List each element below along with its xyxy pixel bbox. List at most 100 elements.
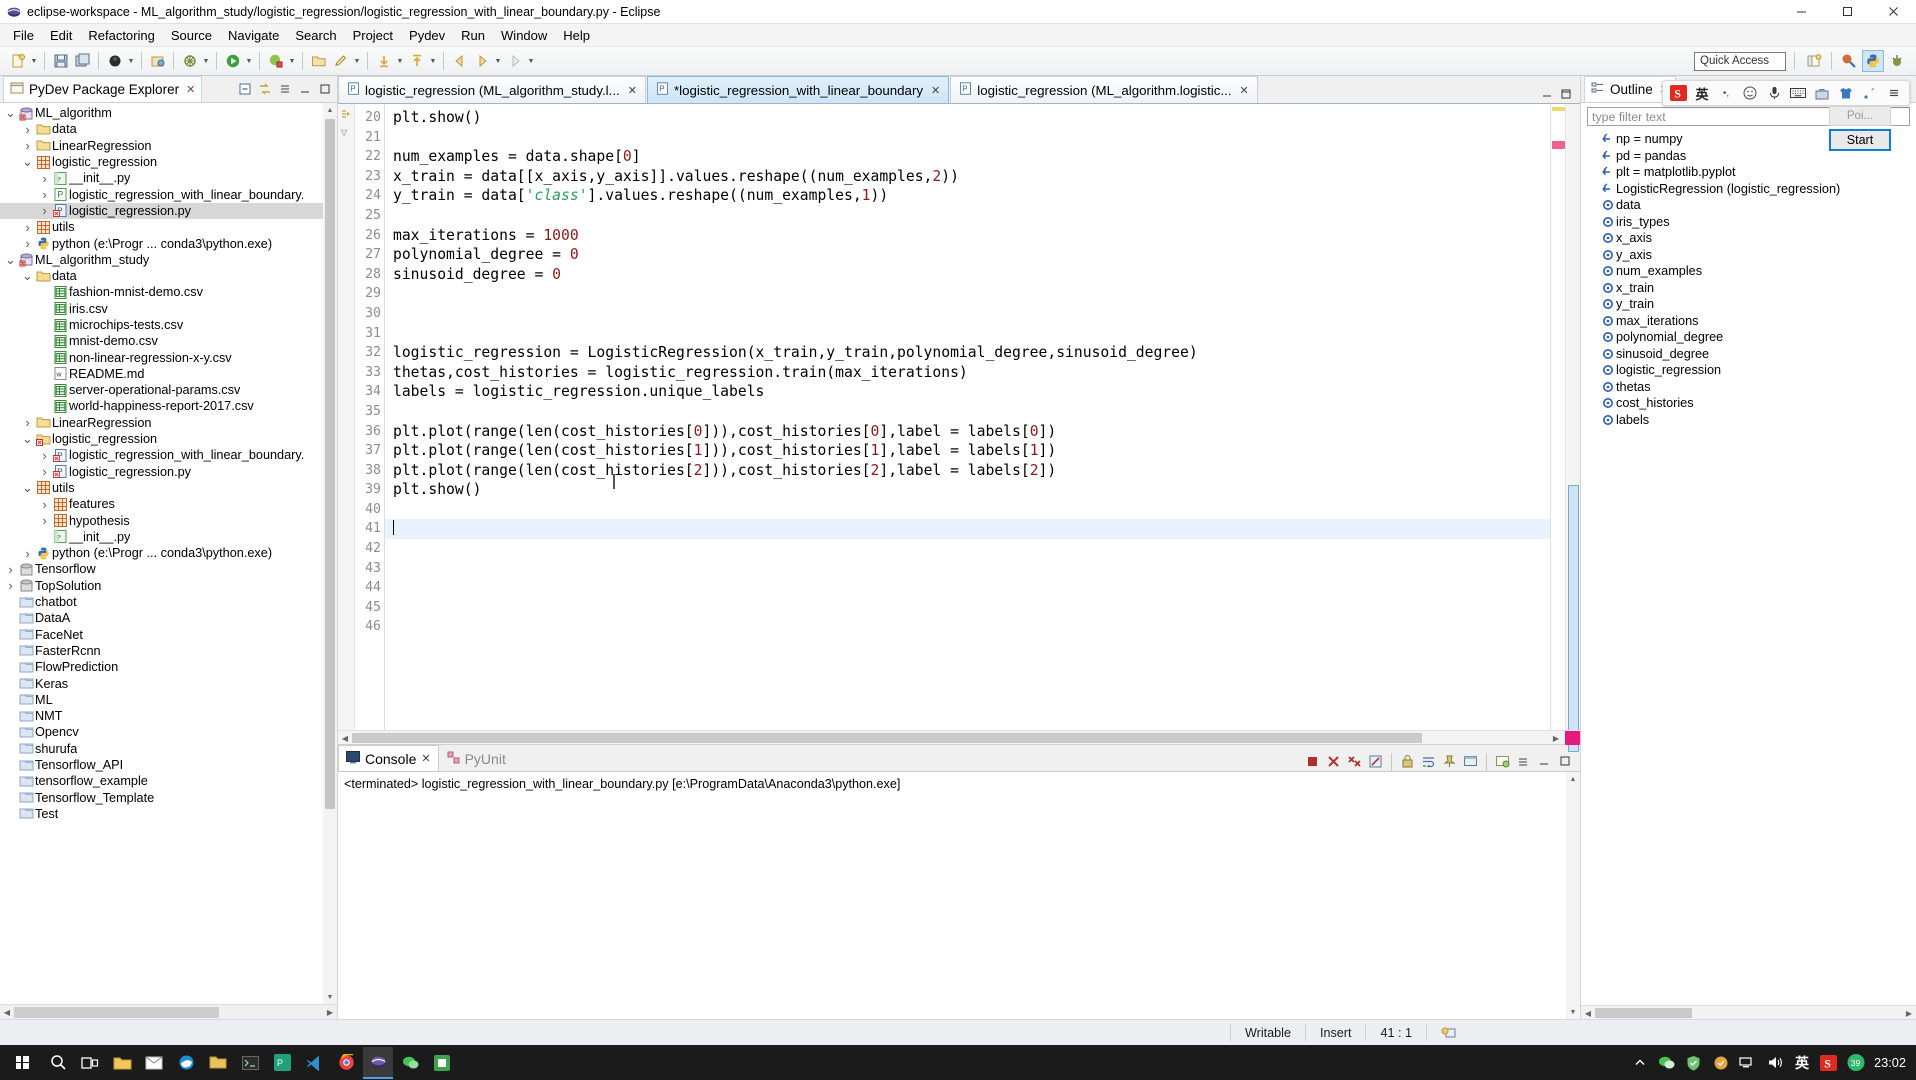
tree-item[interactable]: ⌄ logistic_regression — [0, 154, 337, 170]
outline-item[interactable]: y_train — [1581, 296, 1916, 313]
maximize-button[interactable] — [1824, 0, 1870, 24]
maximize-icon[interactable] — [316, 81, 333, 98]
tree-item[interactable]: › ᴘ __init__.py — [0, 170, 337, 186]
tray-expand-icon[interactable] — [1631, 1054, 1649, 1072]
tree-hscroll-thumb[interactable] — [14, 1007, 219, 1018]
clear-console-icon[interactable] — [1366, 752, 1385, 771]
chevron-right-icon[interactable]: › — [3, 562, 18, 577]
code-line[interactable]: labels = logistic_regression.unique_labe… — [393, 382, 1550, 402]
code-line[interactable]: thetas,cost_histories = logistic_regress… — [393, 363, 1550, 383]
volume-icon[interactable] — [1766, 1054, 1784, 1072]
new-wizard-dropdown-icon[interactable]: ▼ — [29, 51, 39, 72]
chevron-down-icon[interactable]: ⌄ — [20, 431, 35, 447]
back-icon[interactable] — [449, 51, 470, 72]
code-line[interactable] — [393, 539, 1550, 559]
outline-scroll-left-icon[interactable]: ◀ — [1582, 1008, 1594, 1019]
chevron-right-icon[interactable]: › — [37, 464, 52, 479]
outline-horizontal-scrollbar[interactable]: ◀ ▶ — [1581, 1005, 1916, 1019]
file-explorer-icon[interactable] — [107, 1047, 137, 1079]
pencil-icon[interactable] — [330, 51, 351, 72]
minimize-icon[interactable] — [296, 81, 313, 98]
outline-item[interactable]: cost_histories — [1581, 395, 1916, 412]
ime-language-icon[interactable]: 英 — [1793, 1054, 1811, 1072]
tree-item[interactable]: Test — [0, 806, 337, 822]
close-button[interactable] — [1870, 0, 1916, 24]
toolbox-icon[interactable] — [1813, 84, 1831, 102]
tree-item[interactable]: ML — [0, 692, 337, 708]
close-icon[interactable]: ✕ — [421, 752, 430, 765]
tree-item[interactable]: ⌄ ML_algorithm_study — [0, 252, 337, 268]
editor-scroll-left-icon[interactable]: ◀ — [339, 733, 351, 744]
outline-item[interactable]: y_axis — [1581, 247, 1916, 264]
forward-icon[interactable] — [471, 51, 492, 72]
tree-item[interactable]: Tensorflow_Template — [0, 789, 337, 805]
tree-item[interactable]: non-linear-regression-x-y.csv — [0, 349, 337, 365]
outline-item[interactable]: logistic_regression — [1581, 362, 1916, 379]
chevron-down-icon[interactable]: ⌄ — [3, 105, 18, 121]
minimize-icon[interactable] — [1535, 752, 1554, 771]
word-wrap-icon[interactable] — [1419, 752, 1438, 771]
tree-item[interactable]: fashion-mnist-demo.csv — [0, 284, 337, 300]
keyboard-icon[interactable] — [1789, 84, 1807, 102]
outline-item[interactable]: plt = matplotlib.pyplot — [1581, 164, 1916, 181]
windows-start-icon[interactable] — [2, 1045, 42, 1080]
chrome-icon[interactable] — [331, 1047, 361, 1079]
close-icon[interactable]: ✕ — [931, 84, 940, 97]
editor-vertical-scrollbar[interactable] — [1565, 104, 1580, 752]
outline-item[interactable]: iris_types — [1581, 214, 1916, 231]
chevron-right-icon[interactable]: › — [37, 187, 52, 202]
chevron-right-icon[interactable]: › — [3, 578, 18, 593]
outline-item[interactable]: max_iterations — [1581, 313, 1916, 330]
scroll-down-icon[interactable]: ▼ — [323, 990, 337, 1004]
tree-item[interactable]: shurufa — [0, 741, 337, 757]
code-line[interactable]: y_train = data['class'].values.reshape((… — [393, 186, 1550, 206]
code-line[interactable]: polynomial_degree = 0 — [393, 245, 1550, 265]
sogou-logo-icon[interactable]: S — [1669, 84, 1687, 102]
code-line[interactable]: x_train = data[[x_axis,y_axis]].values.r… — [393, 167, 1550, 187]
open-type-icon[interactable] — [308, 51, 329, 72]
tree-item[interactable]: › hypothesis — [0, 512, 337, 528]
tree-item[interactable]: › Plogistic_regression_with_linear_bounda… — [0, 186, 337, 202]
editor-maximize-icon[interactable] — [1559, 87, 1572, 100]
collapse-all-icon[interactable] — [236, 81, 253, 98]
sogou-icon[interactable]: S — [1820, 1054, 1838, 1072]
code-line[interactable]: max_iterations = 1000 — [393, 226, 1550, 246]
menu-search[interactable]: Search — [287, 26, 344, 45]
tree-item[interactable]: FaceNet — [0, 627, 337, 643]
chevron-down-icon[interactable]: ⌄ — [20, 154, 35, 170]
chevron-right-icon[interactable]: › — [20, 415, 35, 430]
code-line[interactable]: plt.show() — [393, 108, 1550, 128]
outline-item[interactable]: sinusoid_degree — [1581, 346, 1916, 363]
menu-run[interactable]: Run — [453, 26, 493, 45]
start-button[interactable]: Start — [1829, 129, 1891, 151]
remove-launch-icon[interactable] — [1324, 752, 1343, 771]
outline-item[interactable]: data — [1581, 197, 1916, 214]
tree-item[interactable]: ᴘ __init__.py — [0, 529, 337, 545]
editor-scroll-right-icon[interactable]: ▶ — [1550, 733, 1562, 744]
chevron-right-icon[interactable]: › — [37, 448, 52, 463]
tree-horizontal-scrollbar[interactable]: ◀ ▶ — [0, 1004, 337, 1019]
tree-item[interactable]: server-operational-params.csv — [0, 382, 337, 398]
collapse-arrow-icon[interactable]: ▽ — [341, 128, 347, 137]
code-line[interactable] — [393, 559, 1550, 579]
tree-item[interactable]: › TopSolution — [0, 578, 337, 594]
pycharm-icon[interactable]: P — [267, 1047, 297, 1079]
view-menu-icon[interactable] — [1514, 752, 1533, 771]
pencil-dropdown-icon[interactable]: ▼ — [352, 51, 362, 72]
tree-item[interactable]: › LinearRegression — [0, 138, 337, 154]
tree-item[interactable]: ⌄ ML_algorithm — [0, 105, 337, 121]
language-en-icon[interactable]: 英 — [1693, 84, 1711, 102]
code-line[interactable] — [393, 284, 1550, 304]
previous-annotation-icon[interactable] — [406, 51, 427, 72]
chevron-down-icon[interactable]: ⌄ — [3, 252, 18, 268]
code-line[interactable] — [393, 402, 1550, 422]
terminal-icon[interactable] — [235, 1047, 265, 1079]
new-wizard-icon[interactable] — [7, 51, 28, 72]
task-view-icon[interactable] — [75, 1047, 105, 1079]
forward-alt-icon[interactable] — [504, 51, 525, 72]
outline-tree[interactable]: np = numpy pd = pandas plt = matplotlib.py… — [1581, 129, 1916, 1005]
outline-item[interactable]: LogisticRegression (logistic_regression) — [1581, 181, 1916, 198]
outline-item[interactable]: polynomial_degree — [1581, 329, 1916, 346]
tree-item[interactable]: chatbot — [0, 594, 337, 610]
tree-item[interactable]: FasterRcnn — [0, 643, 337, 659]
